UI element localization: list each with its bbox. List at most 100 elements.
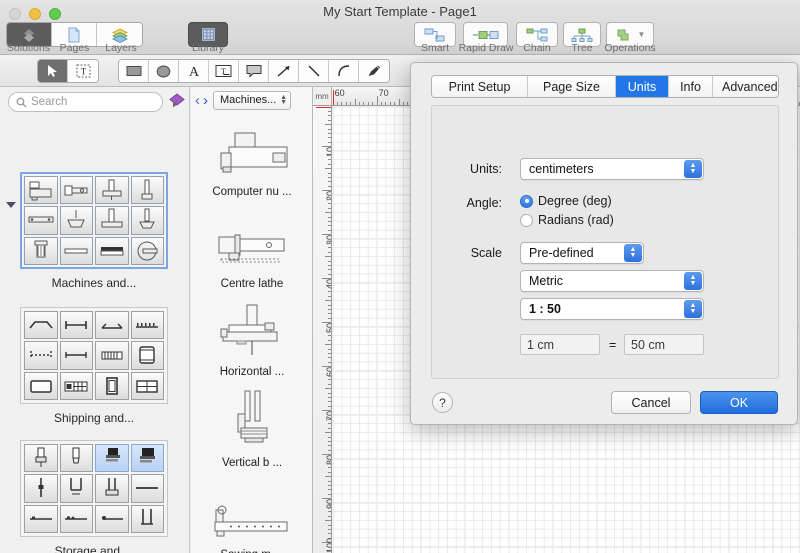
shape-item-vertical-borer[interactable]: Vertical b ... bbox=[191, 390, 312, 469]
ok-button[interactable]: OK bbox=[700, 391, 778, 414]
shape-cell[interactable] bbox=[130, 206, 164, 235]
solutions-label: Solutions bbox=[6, 42, 51, 54]
add-library-button[interactable] bbox=[168, 92, 186, 113]
scale-mode-dropdown[interactable]: Pre-defined ▲ ▼ bbox=[520, 242, 644, 264]
cnc-machine-icon bbox=[191, 119, 312, 181]
ruler-tick bbox=[327, 282, 331, 284]
shape-cell[interactable] bbox=[95, 504, 129, 533]
shape-cell[interactable] bbox=[95, 176, 129, 205]
shape-cell[interactable] bbox=[130, 236, 164, 265]
shape-item-centre-lathe[interactable]: Centre lathe bbox=[191, 211, 312, 290]
cancel-button[interactable]: Cancel bbox=[611, 391, 691, 414]
shape-cell[interactable] bbox=[95, 444, 129, 473]
angle-radians-radio[interactable]: Radians (rad) bbox=[520, 213, 614, 227]
pointer-tool[interactable] bbox=[38, 60, 68, 82]
shape-cell[interactable] bbox=[95, 371, 129, 400]
shape-cell[interactable] bbox=[95, 311, 129, 340]
library-card-storage[interactable]: Storage and ... bbox=[20, 440, 168, 553]
scale-ratio-dropdown[interactable]: 1 : 50 ▲ ▼ bbox=[520, 298, 704, 320]
shape-cell[interactable] bbox=[59, 311, 93, 340]
shape-cell[interactable] bbox=[24, 236, 58, 265]
shape-cell[interactable] bbox=[59, 341, 93, 370]
tab-info[interactable]: Info bbox=[669, 76, 713, 97]
shape-cell[interactable] bbox=[24, 176, 58, 205]
shape-cell[interactable] bbox=[59, 236, 93, 265]
library-card-shipping[interactable]: Shipping and... bbox=[20, 307, 168, 425]
shape-cell[interactable] bbox=[95, 206, 129, 235]
tab-print-setup[interactable]: Print Setup bbox=[432, 76, 528, 97]
shape-cell[interactable] bbox=[130, 474, 164, 503]
shape-cell[interactable] bbox=[130, 176, 164, 205]
library-selector-dropdown[interactable]: Machines... ▲ ▼ bbox=[213, 90, 291, 110]
ruler-origin-marker bbox=[332, 90, 335, 105]
disclosure-triangle-icon[interactable] bbox=[6, 201, 16, 208]
pen-tool[interactable] bbox=[359, 60, 389, 82]
shape-label: Centre lathe bbox=[220, 278, 284, 290]
shape-cell[interactable] bbox=[130, 504, 164, 533]
tab-advanced[interactable]: Advanced bbox=[713, 76, 778, 97]
shape-item-horizontal[interactable]: Horizontal ... bbox=[191, 299, 312, 378]
shape-cell[interactable] bbox=[130, 311, 164, 340]
callout-tool[interactable] bbox=[239, 60, 269, 82]
text-box-tool[interactable]: T bbox=[209, 60, 239, 82]
shape-item-computer-numerical[interactable]: Computer nu ... bbox=[191, 119, 312, 198]
tab-units[interactable]: Units bbox=[616, 76, 669, 97]
text-select-tool[interactable]: T bbox=[68, 60, 98, 82]
units-dropdown[interactable]: centimeters ▲ ▼ bbox=[520, 158, 704, 180]
shape-cell[interactable] bbox=[24, 311, 58, 340]
scale-system-dropdown[interactable]: Metric ▲ ▼ bbox=[520, 270, 704, 292]
rectangle-tool[interactable] bbox=[119, 60, 149, 82]
shape-cell[interactable] bbox=[95, 341, 129, 370]
shape-cell[interactable] bbox=[59, 371, 93, 400]
radio-indicator bbox=[520, 213, 533, 227]
ruler-tick bbox=[327, 445, 331, 447]
arrow-tool[interactable] bbox=[269, 60, 299, 82]
library-card-machines[interactable]: Machines and... bbox=[20, 172, 168, 290]
text-tool[interactable]: A bbox=[179, 60, 209, 82]
ruler-tick bbox=[372, 101, 374, 105]
ruler-tick bbox=[376, 96, 378, 105]
ruler-tick bbox=[325, 300, 331, 302]
shape-cell[interactable] bbox=[95, 474, 129, 503]
shape-cell[interactable] bbox=[59, 444, 93, 473]
help-button[interactable]: ? bbox=[432, 392, 453, 413]
ruler-tick bbox=[325, 344, 331, 346]
shape-cell[interactable] bbox=[59, 176, 93, 205]
search-input[interactable]: Search bbox=[8, 92, 163, 112]
shape-cell[interactable] bbox=[24, 444, 58, 473]
shape-cell[interactable] bbox=[24, 341, 58, 370]
line-tool[interactable] bbox=[299, 60, 329, 82]
shape-item-sawing-machine[interactable]: Sawing m ... bbox=[191, 482, 312, 553]
scale-from-field[interactable]: 1 cm bbox=[520, 334, 600, 355]
equals-label: = bbox=[609, 338, 617, 352]
scale-to-field[interactable]: 50 cm bbox=[624, 334, 704, 355]
shape-cell[interactable] bbox=[24, 206, 58, 235]
ellipse-tool[interactable] bbox=[149, 60, 179, 82]
ruler-tick bbox=[327, 115, 331, 117]
shape-cell[interactable] bbox=[24, 504, 58, 533]
ruler-tick bbox=[327, 524, 331, 526]
tab-page-size[interactable]: Page Size bbox=[528, 76, 616, 97]
shape-cell[interactable] bbox=[130, 341, 164, 370]
tab-label: Page Size bbox=[543, 79, 600, 94]
vertical-ruler[interactable]: 10 20 30 40 50 60 70 80 90 100 bbox=[313, 106, 332, 553]
shape-cell[interactable] bbox=[59, 474, 93, 503]
shape-cell[interactable] bbox=[24, 371, 58, 400]
chevron-left-icon[interactable]: ‹ bbox=[195, 93, 200, 108]
shape-cell[interactable] bbox=[95, 236, 129, 265]
chevron-right-icon[interactable]: › bbox=[203, 93, 208, 108]
ruler-tick bbox=[327, 471, 331, 473]
ruler-tick bbox=[327, 216, 331, 218]
library-name: Storage and ... bbox=[54, 544, 134, 553]
shape-cell[interactable] bbox=[130, 444, 164, 473]
shape-cell[interactable] bbox=[24, 474, 58, 503]
shape-cell[interactable] bbox=[59, 206, 93, 235]
curve-tool[interactable] bbox=[329, 60, 359, 82]
dialog-tab-bar: Print Setup Page Size Units Info Advance… bbox=[431, 75, 779, 98]
library-thumb-grid bbox=[20, 307, 168, 404]
ruler-corner-unit[interactable]: mm bbox=[313, 87, 332, 106]
angle-degree-radio[interactable]: Degree (deg) bbox=[520, 194, 612, 208]
shape-cell[interactable] bbox=[59, 504, 93, 533]
ruler-tick bbox=[327, 529, 331, 530]
shape-cell[interactable] bbox=[130, 371, 164, 400]
